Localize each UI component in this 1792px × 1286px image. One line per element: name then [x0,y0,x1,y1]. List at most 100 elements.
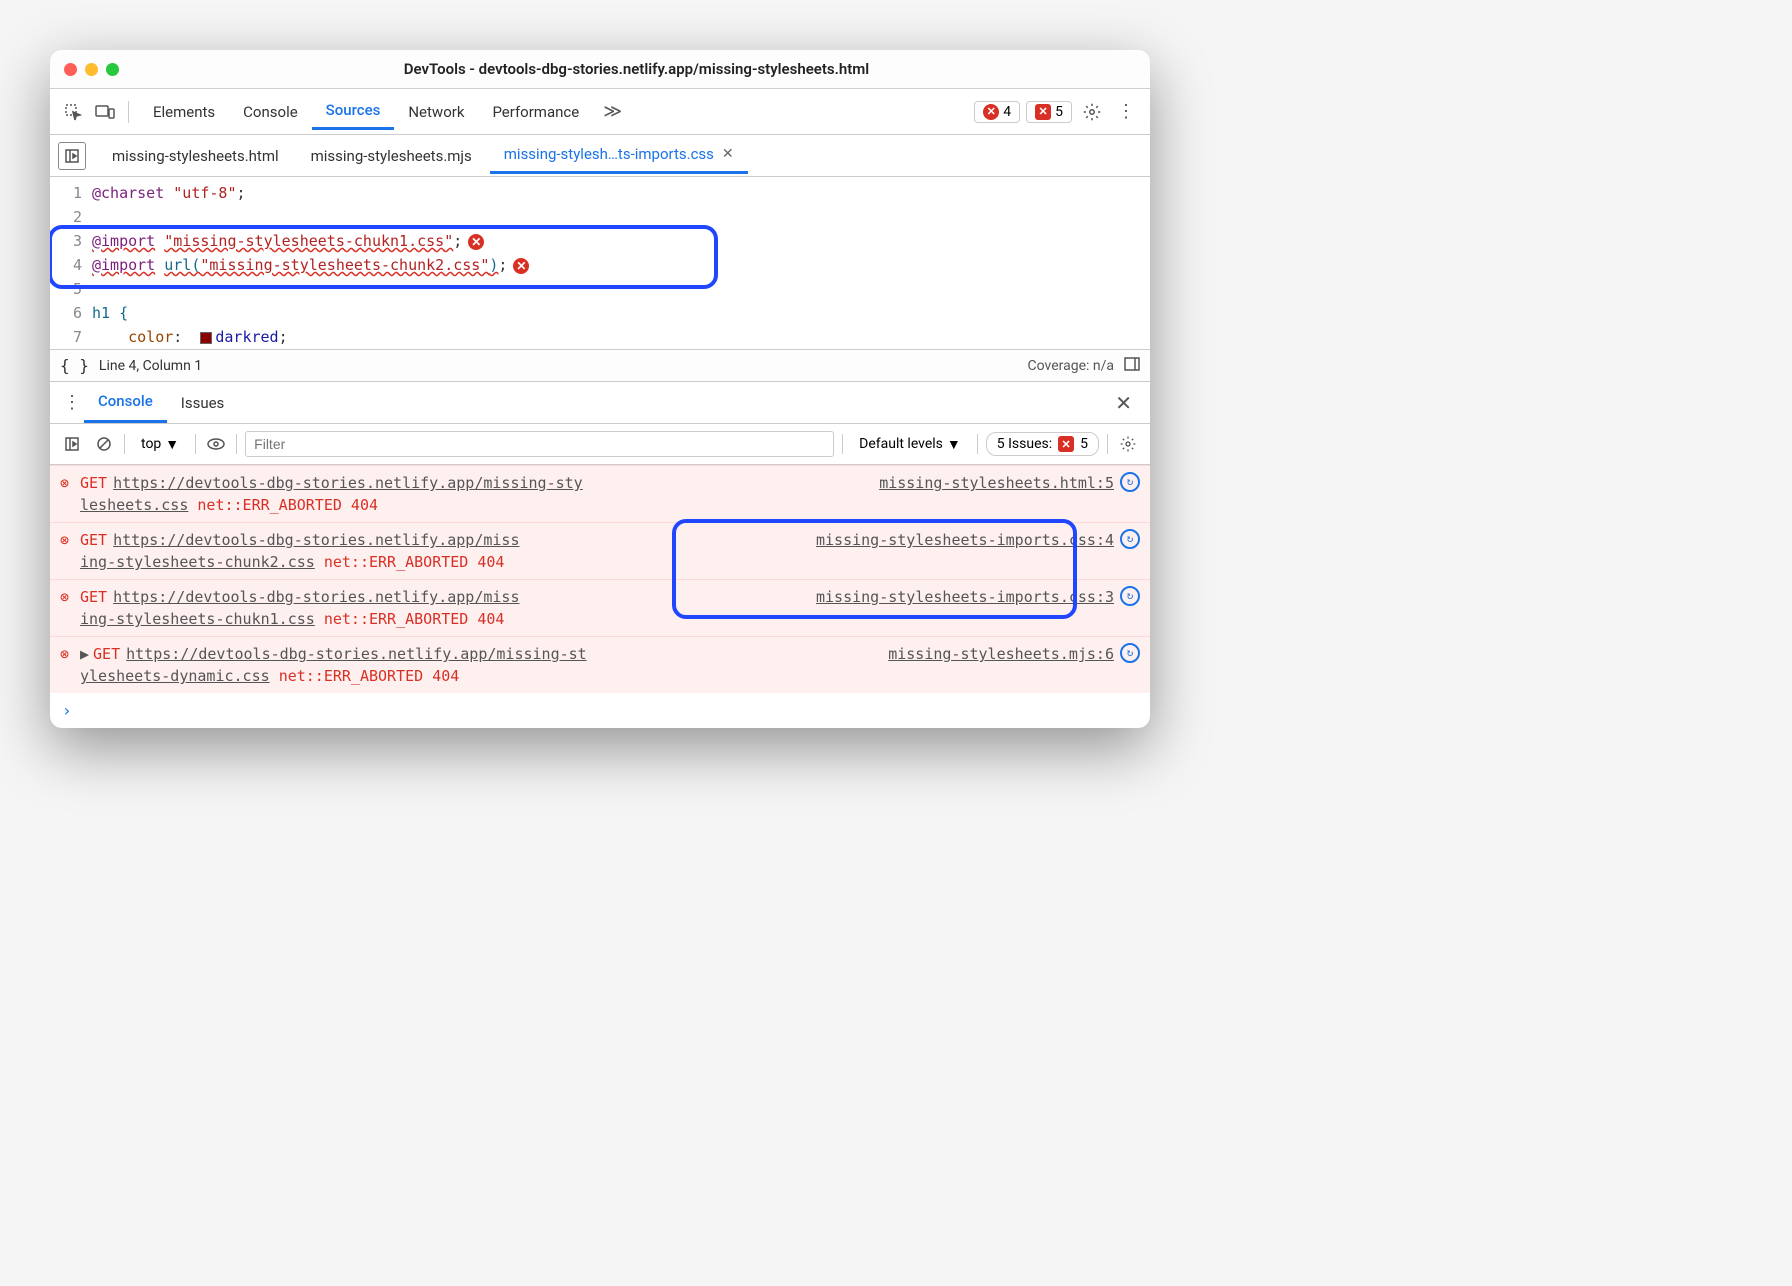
http-method: GET [80,531,107,549]
token-property: color [128,328,173,346]
filter-input[interactable] [245,431,834,457]
console-error-row[interactable]: ⊗ ▶GEThttps://devtools-dbg-stories.netli… [50,636,1150,693]
token-fn: url( [164,256,200,274]
separator [195,434,196,454]
token-value: darkred [215,328,278,346]
log-url[interactable]: https://devtools-dbg-stories.netlify.app… [113,588,519,606]
source-link[interactable]: missing-stylesheets-imports.css:3 [816,586,1114,630]
log-message: ▶GET https://devtools-dbg-stories.netlify… [80,643,888,687]
log-url[interactable]: ing-stylesheets-chukn1.css [80,610,315,628]
maximize-window-button[interactable] [106,63,119,76]
reload-icon[interactable]: ↻ [1120,643,1140,663]
tab-network[interactable]: Network [394,95,478,129]
device-toggle-icon[interactable] [92,99,118,125]
editor-statusbar: { } Line 4, Column 1 Coverage: n/a [50,349,1150,382]
log-url[interactable]: ylesheets-dynamic.css [80,667,270,685]
issue-icon: ✕ [1035,104,1051,120]
devtools-window: DevTools - devtools-dbg-stories.netlify.… [50,50,1150,728]
source-editor[interactable]: 1 2 3 4 5 6 7 @charset "utf-8"; @import … [50,177,1150,349]
http-method: GET [93,645,120,663]
console-prompt[interactable]: › [50,693,1150,728]
log-levels-selector[interactable]: Default levels ▼ [851,433,969,456]
token-fn: ) [489,256,498,274]
source-link[interactable]: missing-stylesheets.mjs:6 [888,643,1114,687]
source-link[interactable]: missing-stylesheets.html:5 [879,472,1114,516]
code-area[interactable]: @charset "utf-8"; @import "missing-style… [92,181,1150,349]
file-tab-css[interactable]: missing-stylesh…ts-imports.css ✕ [490,137,748,174]
issues-summary-button[interactable]: 5 Issues: ✕ 5 [986,432,1099,456]
token-string: "missing-stylesheets-chunk2.css" [200,256,489,274]
navigator-toggle-icon[interactable] [58,142,86,170]
log-url[interactable]: https://devtools-dbg-stories.netlify.app… [126,645,587,663]
separator [128,101,129,123]
file-tab-html[interactable]: missing-stylesheets.html [98,139,293,173]
clear-console-icon[interactable] [92,432,116,456]
context-selector[interactable]: top ▼ [133,433,187,456]
file-tab-mjs[interactable]: missing-stylesheets.mjs [297,139,486,173]
drawer-tab-console[interactable]: Console [84,382,167,423]
close-tab-icon[interactable]: ✕ [722,146,734,162]
reload-icon[interactable]: ↻ [1120,472,1140,492]
tab-elements[interactable]: Elements [139,95,229,129]
close-window-button[interactable] [64,63,77,76]
reload-icon[interactable]: ↻ [1120,529,1140,549]
format-icon[interactable]: { } [60,356,89,375]
more-menu-button[interactable]: ⋮ [1112,98,1140,126]
separator [1107,434,1108,454]
close-drawer-button[interactable]: ✕ [1107,387,1140,419]
log-error-code: net::ERR_ABORTED 404 [324,610,505,628]
error-marker-icon[interactable]: ✕ [468,234,484,250]
console-error-row[interactable]: ⊗ GEThttps://devtools-dbg-stories.netlif… [50,465,1150,522]
tab-console[interactable]: Console [229,95,312,129]
source-link[interactable]: missing-stylesheets-imports.css:4 [816,529,1114,573]
log-error-code: net::ERR_ABORTED 404 [279,667,460,685]
line-number: 6 [50,301,82,325]
token-at-rule: @import [92,256,155,274]
file-tab-label: missing-stylesheets.html [112,147,279,165]
separator [842,434,843,454]
http-method: GET [80,588,107,606]
more-tabs-button[interactable]: ≫ [593,95,632,128]
error-marker-icon[interactable]: ✕ [513,258,529,274]
console-output: ⊗ GET https://devtools-dbg-stories.netlif… [50,465,1150,728]
settings-button[interactable] [1078,98,1106,126]
tab-performance[interactable]: Performance [478,95,593,129]
line-number: 2 [50,205,82,229]
color-swatch[interactable] [200,332,212,344]
console-error-row[interactable]: ⊗ GET https://devtools-dbg-stories.netlif… [50,579,1150,636]
separator [977,434,978,454]
error-icon: ⊗ [60,586,80,630]
console-settings-button[interactable] [1116,430,1140,458]
cursor-position: Line 4, Column 1 [99,358,202,374]
reload-icon[interactable]: ↻ [1120,586,1140,606]
log-url[interactable]: lesheets.css [80,496,188,514]
window-controls [64,63,119,76]
issues-label: 5 Issues: [997,436,1052,452]
live-expression-icon[interactable] [204,432,228,456]
error-count-badge[interactable]: ✕ 4 [974,101,1020,123]
log-message: GET https://devtools-dbg-stories.netlify.… [80,529,816,573]
error-icon: ⊗ [60,529,80,573]
log-url[interactable]: https://devtools-dbg-stories.netlify.app… [113,474,583,492]
expand-icon[interactable]: ▶ [80,645,89,663]
minimize-window-button[interactable] [85,63,98,76]
console-sidebar-toggle-icon[interactable] [60,432,84,456]
http-method: GET [80,474,107,492]
log-url[interactable]: ing-stylesheets-chunk2.css [80,553,315,571]
token-string: "utf-8" [173,184,236,202]
sidebar-toggle-icon[interactable] [1124,357,1140,375]
drawer-menu-button[interactable]: ⋮ [60,389,84,417]
line-number: 7 [50,325,82,349]
error-count: 4 [1003,104,1011,120]
tab-sources[interactable]: Sources [312,93,395,130]
console-error-row[interactable]: ⊗ GET https://devtools-dbg-stories.netlif… [50,522,1150,579]
issues-count: 5 [1080,436,1088,452]
file-tab-label: missing-stylesheets.mjs [311,147,472,165]
log-url[interactable]: https://devtools-dbg-stories.netlify.app… [113,531,519,549]
drawer-tab-issues[interactable]: Issues [167,384,239,422]
token-at-rule: @import [92,232,155,250]
token-selector: h1 { [92,304,128,322]
inspect-icon[interactable] [60,99,86,125]
file-tab-label: missing-stylesh…ts-imports.css [504,145,714,163]
issue-count-badge[interactable]: ✕ 5 [1026,101,1072,123]
